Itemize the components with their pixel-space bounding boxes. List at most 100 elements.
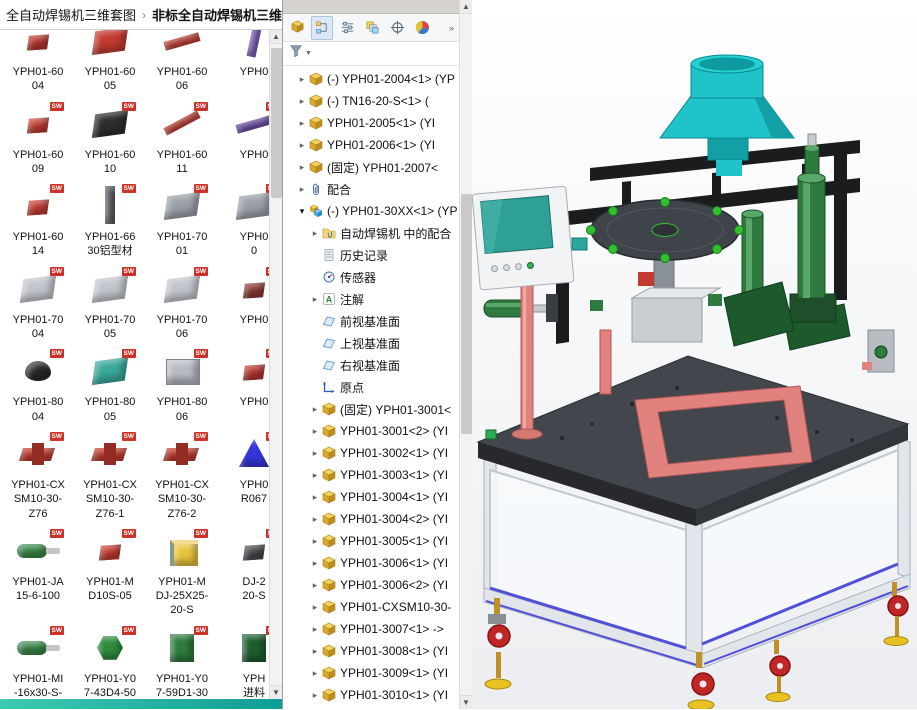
part-thumbnail[interactable]: SWYPH01-70 06 (146, 266, 218, 342)
part-thumbnail[interactable]: SWYPH01-60 09 (2, 101, 74, 177)
expand-arrow-icon[interactable]: ▸ (309, 558, 321, 569)
part-thumbnail[interactable]: SWYPH0 (218, 101, 269, 177)
expand-arrow-icon[interactable]: ▸ (309, 646, 321, 657)
expand-arrow-icon[interactable]: ▸ (309, 580, 321, 591)
tree-scroll-up-icon[interactable]: ▲ (460, 0, 473, 14)
part-thumbnail[interactable]: SWYPH01-66 30铝型材 (74, 183, 146, 259)
parts-scroll-track[interactable] (270, 44, 283, 685)
parts-scrollbar[interactable]: ▲ ▼ (269, 30, 282, 699)
part-thumbnail[interactable]: SWYPH01-CX SM10-30- Z76-2 (146, 431, 218, 521)
expand-arrow-icon[interactable]: ▸ (296, 140, 308, 151)
parts-scroll-thumb[interactable] (271, 48, 282, 198)
part-thumbnail[interactable]: SWYPH01-80 06 (146, 348, 218, 424)
part-thumbnail[interactable]: SWYPH01-Y0 7-59D1-30 74马达 (146, 625, 218, 699)
viewport-3d[interactable] (472, 0, 917, 709)
tree-item[interactable]: 前视基准面 (283, 310, 459, 332)
expand-arrow-icon[interactable]: ▸ (309, 228, 321, 239)
tree-scroll-track[interactable] (460, 14, 473, 695)
tree-item[interactable]: 右视基准面 (283, 354, 459, 376)
expand-arrow-icon[interactable]: ▸ (309, 470, 321, 481)
part-thumbnail[interactable]: SWYPH01-80 04 (2, 348, 74, 424)
tab-dimxpert-manager[interactable] (386, 16, 408, 40)
tree-item[interactable]: ▾(-) YPH01-30XX<1> (YP (283, 200, 459, 222)
part-thumbnail[interactable]: SWYPH01-60 14 (2, 183, 74, 259)
tab-property-manager[interactable] (336, 16, 358, 40)
expand-arrow-icon[interactable]: ▸ (309, 404, 321, 415)
breadcrumb-item-current[interactable]: 非标全自动焊锡机三维套图 (152, 5, 282, 24)
tree-item[interactable]: ▸YPH01-3008<1> (YI (283, 640, 459, 662)
filter-icon[interactable] (289, 44, 303, 63)
part-thumbnail[interactable]: SWYPH01-70 01 (146, 183, 218, 259)
tree-item[interactable]: ▸YPH01-3003<1> (YI (283, 464, 459, 486)
tree-item[interactable]: 历史记录 (283, 244, 459, 266)
expand-arrow-icon[interactable]: ▸ (309, 668, 321, 679)
expand-arrow-icon[interactable]: ▸ (309, 448, 321, 459)
filter-dropdown-icon[interactable]: ▼ (305, 50, 312, 57)
part-thumbnail[interactable]: SWYPH01-70 05 (74, 266, 146, 342)
expand-arrow-icon[interactable]: ▸ (296, 96, 308, 107)
expand-arrow-icon[interactable]: ▸ (296, 118, 308, 129)
expand-arrow-icon[interactable]: ▸ (309, 624, 321, 635)
tree-item[interactable]: ▸YPH01-3005<1> (YI (283, 530, 459, 552)
tree-item[interactable]: ▸YPH01-3004<2> (YI (283, 508, 459, 530)
expand-arrow-icon[interactable]: ▸ (309, 602, 321, 613)
part-thumbnail[interactable]: SWYPH01-M DJ-25X25- 20-S (146, 528, 218, 618)
part-thumbnail[interactable]: SWYPH01-60 04 (2, 30, 74, 94)
tree-item[interactable]: ▸YPH01-3006<1> (YI (283, 552, 459, 574)
tree-item[interactable]: 原点 (283, 376, 459, 398)
tree-item[interactable]: ▸YPH01-2005<1> (YI (283, 112, 459, 134)
scroll-up-icon[interactable]: ▲ (270, 30, 283, 44)
tree-scrollbar[interactable]: ▲ ▼ (459, 0, 472, 709)
part-thumbnail[interactable]: SWYPH0 (218, 30, 269, 94)
tree-scroll-down-icon[interactable]: ▼ (460, 695, 473, 709)
tree-item[interactable]: ▸YPH01-2006<1> (YI (283, 134, 459, 156)
tab-configuration-manager[interactable] (361, 16, 383, 40)
expand-arrow-icon[interactable]: ▸ (309, 294, 321, 305)
expand-arrow-icon[interactable]: ▸ (296, 184, 308, 195)
part-thumbnail[interactable]: SWYPH0 0 (218, 183, 269, 259)
tree-item[interactable]: 上视基准面 (283, 332, 459, 354)
part-thumbnail[interactable]: SWYPH 进料 Y09- 75 (218, 625, 269, 699)
part-thumbnail[interactable]: SWYPH01-CX SM10-30- Z76-1 (74, 431, 146, 521)
part-thumbnail[interactable]: SWYPH01-60 10 (74, 101, 146, 177)
tree-item[interactable]: ▸YPH01-3010<1> (YI (283, 684, 459, 706)
tree-item[interactable]: ▸A注解 (283, 288, 459, 310)
part-thumbnail[interactable]: SWYPH0 R067 (218, 431, 269, 521)
expand-arrow-icon[interactable]: ▸ (309, 514, 321, 525)
tab-feature-manager-design-tree[interactable] (311, 16, 333, 40)
expand-arrow-icon[interactable]: ▸ (309, 536, 321, 547)
tree-item[interactable]: ▸配合 (283, 178, 459, 200)
part-thumbnail[interactable]: SWYPH01-M D10S-05 (74, 528, 146, 618)
scroll-down-icon[interactable]: ▼ (270, 685, 283, 699)
part-thumbnail[interactable]: SWYPH01-Y0 7-43D4-50 60 (74, 625, 146, 699)
tree-scroll-thumb[interactable] (461, 194, 472, 434)
tree-item[interactable]: 传感器 (283, 266, 459, 288)
part-thumbnail[interactable]: SWDJ-2 20-S (218, 528, 269, 618)
tree-item[interactable]: ▸YPH01-3004<1> (YI (283, 486, 459, 508)
expand-arrow-icon[interactable]: ▸ (296, 162, 308, 173)
part-thumbnail[interactable]: SWYPH01-80 05 (74, 348, 146, 424)
part-thumbnail[interactable]: SWYPH01-60 05 (74, 30, 146, 94)
tree-item[interactable]: ▸YPH01-3009<1> (YI (283, 662, 459, 684)
tree-item[interactable]: ▸(固定) YPH01-2007< (283, 156, 459, 178)
part-thumbnail[interactable]: SWYPH01-JA 15-6-100 (2, 528, 74, 618)
tree-item[interactable]: ▸YPH01-3002<1> (YI (283, 442, 459, 464)
part-thumbnail[interactable]: SWYPH01-CX SM10-30- Z76 (2, 431, 74, 521)
expand-arrow-icon[interactable]: ▸ (309, 690, 321, 701)
tree-item[interactable]: ▸(-) TN16-20-S<1> ( (283, 90, 459, 112)
tree-item[interactable]: ▸YPH01-3001<2> (YI (283, 420, 459, 442)
part-thumbnail[interactable]: SWYPH01-60 11 (146, 101, 218, 177)
part-thumbnail[interactable]: SWYPH0 (218, 266, 269, 342)
part-thumbnail[interactable]: SWYPH0 (218, 348, 269, 424)
breadcrumb-item-assembly-set[interactable]: 全自动焊锡机三维套图 (6, 5, 136, 24)
expand-arrow-icon[interactable]: ▸ (296, 74, 308, 85)
expand-arrow-icon[interactable]: ▸ (309, 426, 321, 437)
part-thumbnail[interactable]: SWYPH01-70 04 (2, 266, 74, 342)
tree-item[interactable]: ▸(-) YPH01-2004<1> (YP (283, 68, 459, 90)
chevron-right-icon[interactable]: » (449, 23, 456, 33)
expand-arrow-icon[interactable]: ▾ (296, 206, 308, 217)
tree-item[interactable]: ▸(固定) YPH01-3001< (283, 398, 459, 420)
tree-item[interactable]: ▸YPH01-CXSM10-30- (283, 596, 459, 618)
tree-item[interactable]: ▸YPH01-3006<2> (YI (283, 574, 459, 596)
tree-item[interactable]: ▸YPH01-3007<1> -> (283, 618, 459, 640)
